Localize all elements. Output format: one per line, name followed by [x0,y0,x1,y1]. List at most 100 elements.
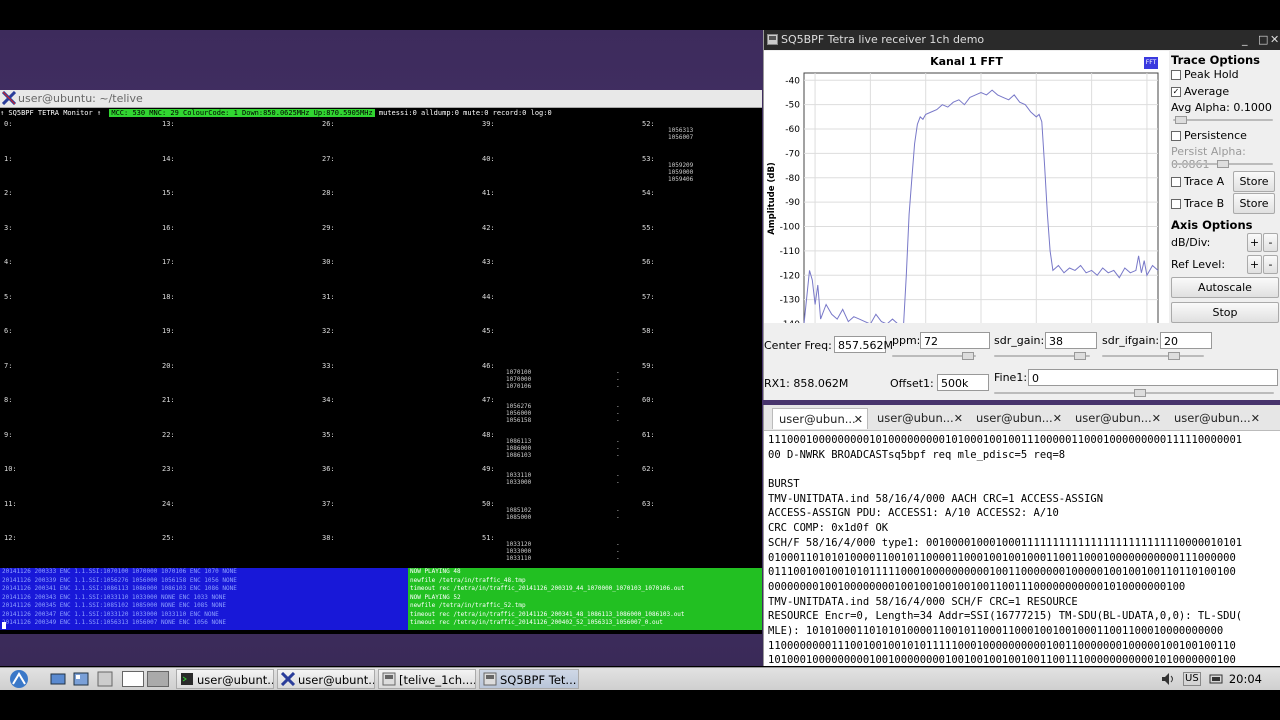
start-menu-icon[interactable] [8,669,30,689]
ssi-dash: - [616,548,620,555]
ppm-slider[interactable] [892,352,976,360]
keyboard-layout-indicator[interactable]: US [1183,672,1201,686]
taskbar-task-2[interactable]: user@ubunt... [277,669,375,689]
sdr-ifgain-label: sdr_ifgain: [1102,334,1160,347]
ssi-value: 1056276 [506,403,532,410]
persistence-checkbox[interactable] [1171,131,1181,141]
db-div-plus-button[interactable]: + [1247,233,1262,252]
average-checkbox[interactable]: ✓ [1171,87,1181,97]
workspace-2-icon[interactable] [147,671,169,687]
usage-slot-1: 1: [4,154,13,163]
taskbar-task-3[interactable]: [telive_1ch.... [378,669,476,689]
telive-terminal-titlebar[interactable]: user@ubuntu: ~/telive [0,90,762,108]
maximize-button[interactable]: □ [1258,30,1268,50]
show-desktop-icon[interactable] [50,671,66,687]
trace-a-option[interactable]: Trace A [1171,175,1224,188]
trace-b-option[interactable]: Trace B [1171,197,1224,210]
autoscale-button[interactable]: Autoscale [1171,277,1279,298]
sdr-ifgain-input[interactable]: 20 [1160,332,1212,349]
avg-alpha-handle[interactable] [1175,116,1187,124]
db-div-minus-button[interactable]: - [1263,233,1278,252]
tetra-receiver-window[interactable]: SQ5BPF Tetra live receiver 1ch demo _ □ … [763,30,1280,400]
sdr-gain-handle[interactable] [1074,352,1086,360]
playback-log-line: timeout rec /tetra/in/traffic_20141126_2… [410,585,685,592]
persist-alpha-slider[interactable] [1173,160,1273,168]
offset1-label: Offset1: [890,377,934,390]
trace-a-checkbox[interactable] [1171,177,1181,187]
app-launcher-icon[interactable] [97,671,113,687]
network-icon[interactable] [1208,671,1224,687]
decoder-output-line: TMV-UNITDATA.ind 58/16/4/000 AACH CRC=1 … [768,492,1104,505]
ssi-value: 1056313 [668,127,694,134]
terminal-tab-3[interactable]: user@ubun... ✕ [970,408,1066,429]
peak-hold-label: Peak Hold [1184,68,1239,81]
usage-slot-60: 60: [642,396,655,404]
terminal-tab-5[interactable]: user@ubun... ✕ [1168,408,1264,429]
peak-hold-option[interactable]: Peak Hold [1171,68,1239,81]
usage-slot-29: 29: [322,223,335,232]
telive-terminal-window[interactable]: user@ubuntu: ~/telive ↑ SQ5BPF TETRA Mon… [0,90,762,634]
call-log-line: 20141126 200345 ENC 1.1.SSI:1085102 1085… [2,602,226,609]
decoder-terminal-window[interactable]: user@ubun... ✕ user@ubun... ✕ user@ubun... ✕ u… [763,405,1280,666]
receiver-titlebar[interactable]: SQ5BPF Tetra live receiver 1ch demo _ □ … [764,30,1280,50]
fine1-slider[interactable] [994,389,1274,397]
sdr-ifgain-handle[interactable] [1168,352,1180,360]
sdr-gain-input[interactable]: 38 [1045,332,1097,349]
plot-title: Kanal 1 FFT [930,55,1003,68]
close-tab-icon[interactable]: ✕ [1152,408,1161,429]
ppm-handle[interactable] [962,352,974,360]
persist-alpha-handle[interactable] [1217,160,1229,168]
close-button[interactable]: ✕ [1270,30,1279,50]
terminal-tab-1[interactable]: user@ubun... ✕ [772,408,868,429]
file-manager-icon[interactable] [73,671,89,687]
ref-level-minus-button[interactable]: - [1263,255,1278,274]
trace-a-store-button[interactable]: Store [1233,171,1275,192]
y-tick-label: -130 [780,296,801,306]
ssi-value: 1085000 [506,513,532,521]
ref-level-plus-button[interactable]: + [1247,255,1262,274]
sdr-gain-slider[interactable] [994,352,1090,360]
usage-slot-34: 34: [322,396,335,404]
center-freq-input[interactable]: 857.562M [834,336,893,353]
ppm-label: ppm: [892,334,921,347]
minimize-button[interactable]: _ [1242,30,1248,50]
fft-plot[interactable]: -30-20-100102030-40-50-60-70-80-90-100-1… [764,51,1169,323]
close-tab-icon[interactable]: ✕ [1251,408,1260,429]
ssi-value: 1070100 [506,368,532,376]
usage-slot-61: 61: [642,430,655,439]
close-tab-icon[interactable]: ✕ [854,409,863,430]
ssi-value: 1085102 [506,506,532,514]
receiver-controls: Center Freq: 857.562M ppm: 72 sdr_gain: … [764,324,1280,400]
average-option[interactable]: ✓ Average [1171,85,1229,98]
fft-badge: FFT [1144,57,1158,69]
trace-b-store-button[interactable]: Store [1233,193,1275,214]
ssi-value: 1056000 [506,410,532,417]
terminal-tab-2[interactable]: user@ubun... ✕ [871,408,967,429]
ppm-input[interactable]: 72 [920,332,990,349]
terminal-icon [181,673,193,685]
avg-alpha-slider[interactable] [1173,116,1273,124]
terminal-tab-4[interactable]: user@ubun... ✕ [1069,408,1165,429]
workspace-1-icon[interactable] [122,671,144,687]
stop-button[interactable]: Stop [1171,302,1279,323]
trace-b-checkbox[interactable] [1171,199,1181,209]
taskbar-task-1[interactable]: user@ubunt... [176,669,274,689]
ssi-dash: - [616,472,620,479]
y-tick-label: -90 [785,198,800,208]
fine1-input[interactable]: 0 [1028,369,1278,386]
usage-slot-32: 32: [322,327,335,335]
offset1-input[interactable]: 500k [937,374,989,391]
persistence-option[interactable]: Persistence [1171,129,1247,142]
terminal-tab-label: user@ubun... [877,411,954,425]
sdr-ifgain-slider[interactable] [1102,352,1204,360]
taskbar-task-4[interactable]: SQ5BPF Tet... [479,669,579,689]
clock[interactable]: 20:04 [1229,668,1262,690]
volume-icon[interactable] [1160,671,1176,687]
playback-log-pane: NOW PLAYING 48 newfile /tetra/in/traffic_… [408,568,762,630]
fine1-handle[interactable] [1134,389,1146,397]
close-tab-icon[interactable]: ✕ [954,408,963,429]
close-tab-icon[interactable]: ✕ [1053,408,1062,429]
ssi-value: 1070106 [506,382,532,390]
peak-hold-checkbox[interactable] [1171,70,1181,80]
usage-slot-5: 5: [4,292,13,301]
